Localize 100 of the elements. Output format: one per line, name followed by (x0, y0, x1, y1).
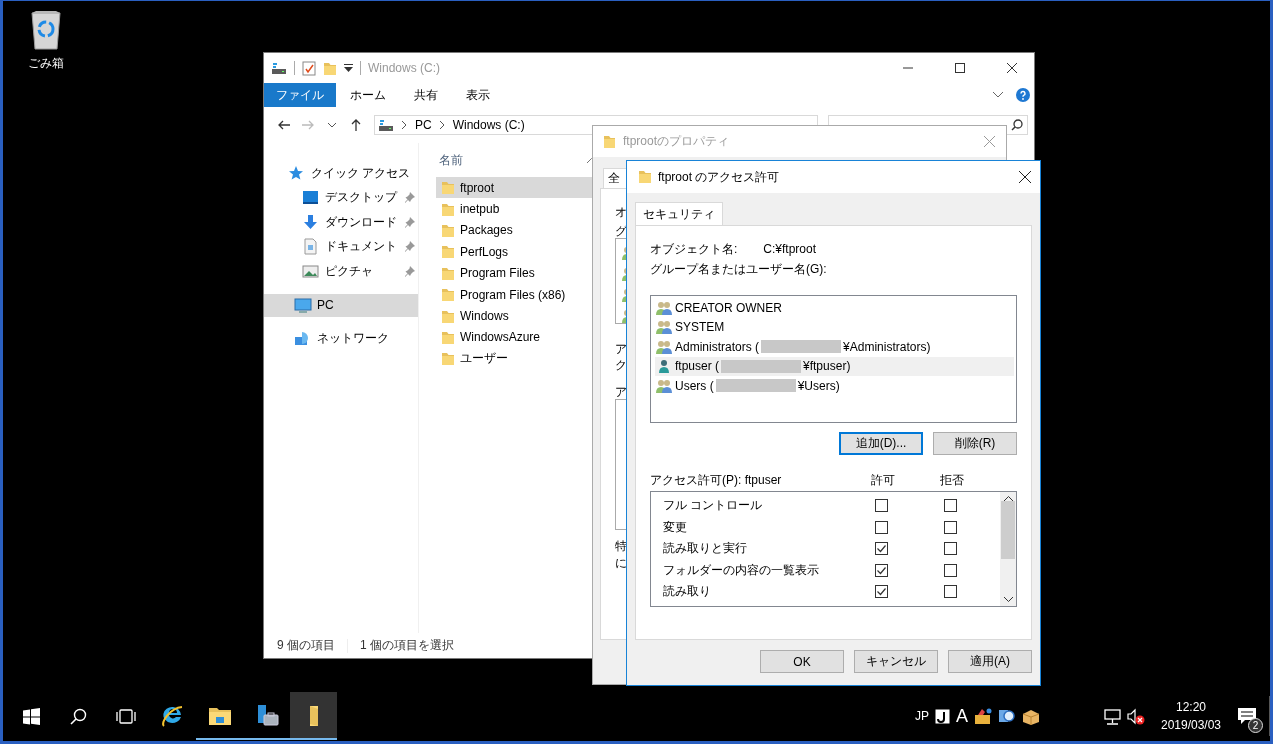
ribbon-tab[interactable]: 表示 (452, 83, 504, 107)
magnifier-icon[interactable] (998, 707, 1016, 725)
checkbox[interactable] (875, 563, 888, 577)
properties-icon[interactable] (302, 60, 316, 76)
breadcrumb[interactable]: PC (415, 118, 432, 132)
ribbon-tab[interactable]: ファイル (264, 83, 336, 107)
desktop-icon (302, 189, 320, 207)
checkbox[interactable] (875, 499, 888, 513)
taskbar-app[interactable] (290, 692, 337, 740)
dropdown-icon[interactable] (344, 64, 353, 72)
checkbox[interactable] (875, 520, 888, 534)
expand-ribbon-icon[interactable] (993, 92, 1003, 98)
user-list-item[interactable]: Administrators ( ¥Administrators) (655, 337, 1014, 357)
dialog-tab[interactable]: セキュリティ (635, 202, 723, 225)
nav-item[interactable]: デスクトップ (264, 185, 418, 210)
input-mode-indicator[interactable]: A (956, 705, 968, 727)
text-fragment: 特 (615, 539, 627, 553)
checkbox[interactable] (944, 542, 957, 556)
ime-indicator[interactable]: JP (914, 709, 929, 723)
document-icon (302, 238, 320, 256)
forward-arrow-icon (301, 118, 315, 132)
chevron-right-icon (402, 121, 407, 129)
status-text: 9 個の項目 (277, 637, 335, 654)
package-icon[interactable] (1022, 707, 1040, 725)
dialog-title: ftprootのプロパティ (623, 133, 731, 150)
folder-icon (441, 180, 455, 196)
nav-item[interactable]: ピクチャ (264, 259, 418, 284)
desktop-icon-label[interactable]: ごみ箱 (28, 55, 64, 72)
recycle-bin-icon[interactable] (29, 9, 63, 51)
folder-icon (441, 265, 455, 281)
folder-icon (309, 706, 318, 726)
folder-icon (441, 351, 455, 367)
nav-item[interactable]: ダウンロード (264, 210, 418, 235)
clock[interactable]: 12:20 2019/03/03 (1161, 692, 1221, 740)
user-list-item[interactable]: SYSTEM (655, 317, 1014, 337)
nav-item[interactable]: ドキュメント (264, 234, 418, 259)
text-fragment: ア (615, 385, 627, 399)
notification-button[interactable]: 2 (1225, 692, 1269, 740)
down-arrow-icon (302, 213, 320, 231)
ribbon-tab[interactable]: 共有 (400, 83, 452, 107)
column-header: 許可 (869, 471, 896, 489)
user-list-item[interactable]: ftpuser ( ¥ftpuser) (655, 356, 1014, 376)
maximize-icon (954, 63, 965, 73)
column-header[interactable]: 名前 (439, 151, 463, 169)
toolbox-icon[interactable] (974, 707, 992, 725)
task-view-icon (115, 708, 136, 724)
checkbox[interactable] (944, 520, 957, 534)
breadcrumb[interactable]: Windows (C:) (452, 118, 525, 132)
text-fragment: ア (615, 342, 627, 356)
file-row[interactable]: PerfLogs (436, 241, 636, 263)
dialog-button[interactable]: 削除(R) (933, 432, 1017, 455)
permission-name: 変更 (663, 518, 688, 536)
windows-logo-icon (23, 707, 40, 725)
ime-pad-icon[interactable] (935, 708, 950, 724)
user-list-item[interactable]: CREATOR OWNER (655, 298, 1014, 318)
scrollbar[interactable] (1000, 492, 1016, 606)
browser-e-icon (160, 704, 185, 728)
folder-icon (441, 329, 455, 345)
user-group-icon (656, 377, 673, 394)
drive-icon[interactable] (271, 61, 287, 75)
field-label: アクセス許可(P): ftpuser (650, 471, 783, 489)
text-fragment: に (615, 556, 627, 570)
permission-name: 読み取りと実行 (663, 540, 748, 558)
dialog-button[interactable]: 追加(D)... (839, 432, 923, 455)
checkbox[interactable] (944, 499, 957, 513)
user-list-item[interactable]: Users ( ¥Users) (655, 376, 1014, 396)
back-arrow-icon (277, 118, 291, 132)
text-fragment: ク (615, 358, 627, 372)
help-icon[interactable] (1016, 88, 1030, 102)
column-header: 拒否 (938, 471, 965, 489)
folder-icon (441, 201, 455, 217)
file-row[interactable]: Windows (436, 305, 636, 327)
picture-icon (302, 262, 320, 280)
status-text: 1 個の項目を選択 (360, 637, 455, 654)
checkbox[interactable] (875, 542, 888, 556)
dialog-button[interactable]: キャンセル (854, 650, 938, 673)
folder-icon (441, 308, 455, 324)
close-icon (983, 136, 995, 147)
nav-item[interactable]: ネットワーク (264, 326, 418, 351)
folder-icon (603, 134, 615, 149)
file-row[interactable]: Program Files (436, 262, 636, 284)
nav-item[interactable]: クイック アクセス (264, 161, 418, 186)
file-row[interactable]: Program Files (x86) (436, 283, 636, 306)
ribbon-tab[interactable]: ホーム (336, 83, 400, 107)
checkbox[interactable] (875, 585, 888, 599)
up-arrow-icon (349, 118, 363, 132)
dialog-button[interactable]: OK (760, 650, 844, 673)
checkbox[interactable] (944, 585, 957, 599)
text-fragment: オ (615, 205, 627, 219)
scroll-down-icon (1003, 597, 1013, 602)
permission-name: フォルダーの内容の一覧表示 (663, 561, 820, 579)
checkbox[interactable] (944, 563, 957, 577)
network-monitor-icon[interactable] (1104, 707, 1121, 725)
user-group-icon (656, 299, 673, 316)
speaker-muted-icon[interactable] (1127, 707, 1145, 725)
dialog-button[interactable]: 適用(A) (948, 650, 1032, 673)
folder-icon (441, 222, 455, 238)
nav-item[interactable]: PC (264, 293, 418, 317)
permission-name: 読み取り (663, 583, 712, 601)
monitor-icon (294, 296, 312, 314)
